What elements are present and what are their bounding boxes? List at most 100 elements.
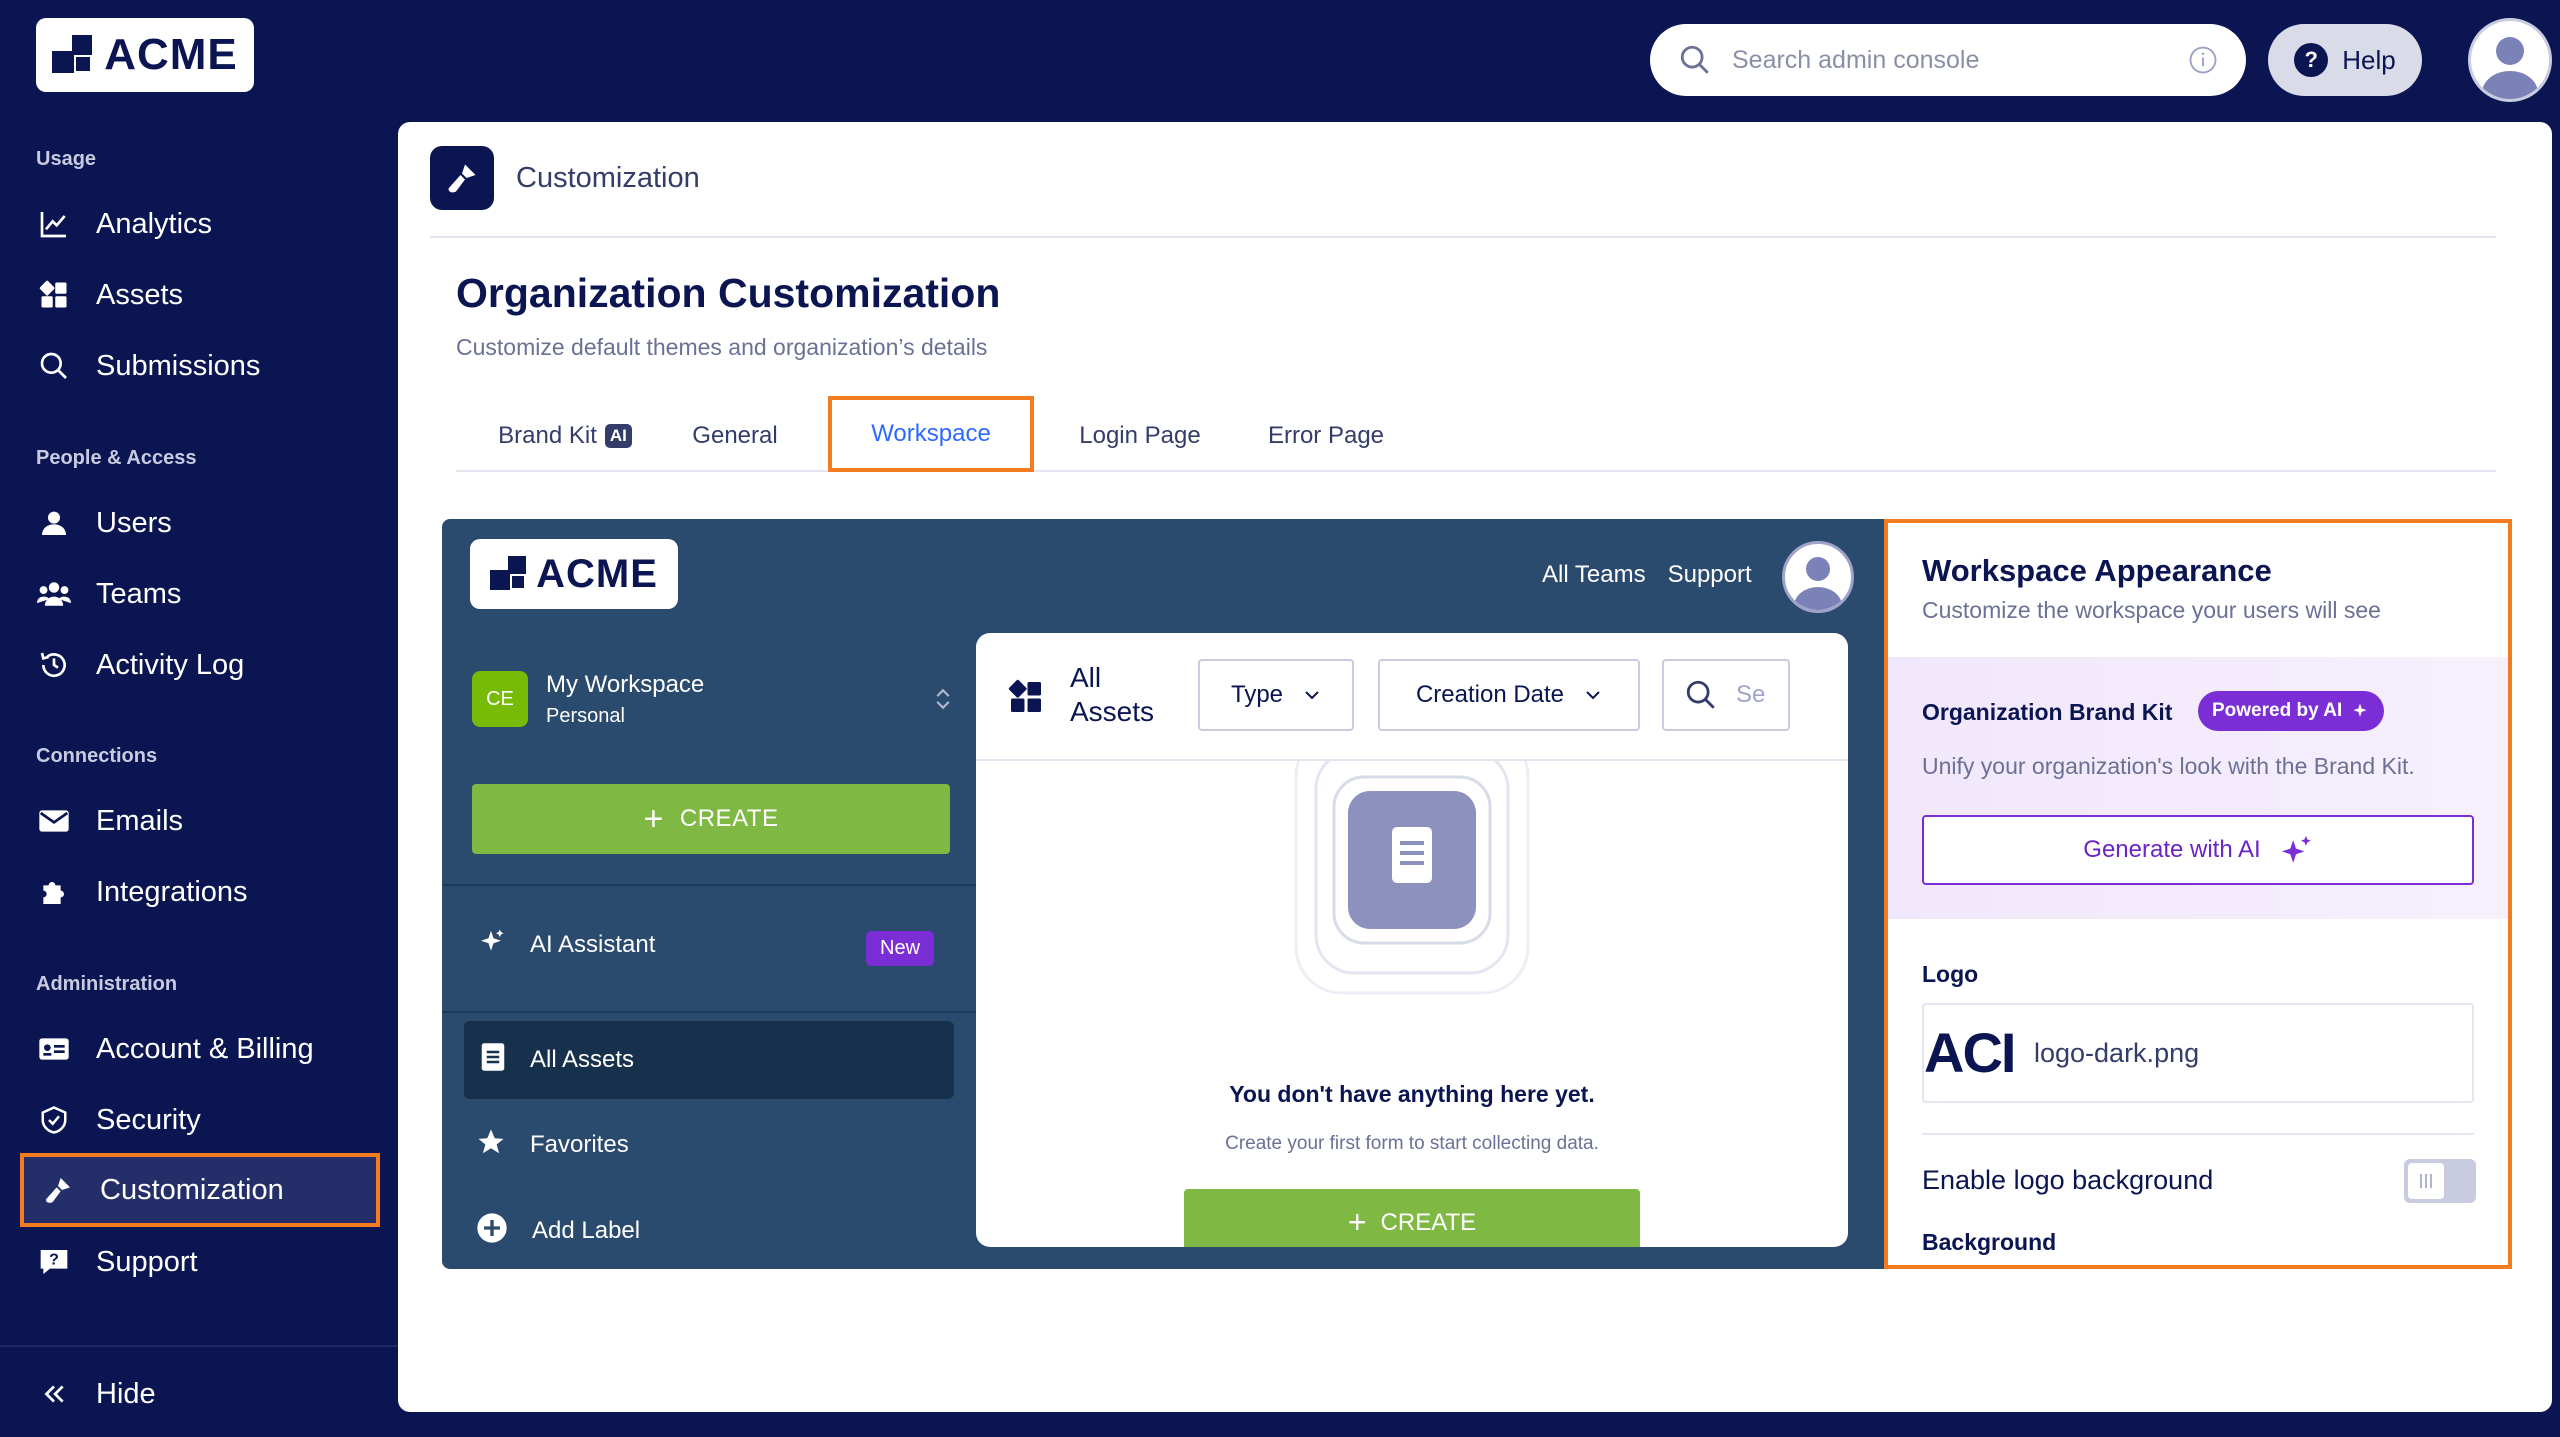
acme-logo-text: ACME xyxy=(104,30,238,79)
nav-all-assets[interactable]: All Assets xyxy=(464,1021,954,1099)
sidebar-item-label: Emails xyxy=(96,804,184,837)
sidebar-item-activity-log[interactable]: Activity Log xyxy=(36,641,244,689)
section-title-administration: Administration xyxy=(36,973,178,995)
type-filter[interactable]: Type xyxy=(1198,659,1354,731)
user-avatar-icon xyxy=(2482,37,2538,99)
sparkle-icon xyxy=(476,927,506,964)
logo-background-toggle[interactable] xyxy=(2404,1159,2476,1203)
help-button[interactable]: ? Help xyxy=(2268,24,2422,96)
user-avatar[interactable] xyxy=(2468,18,2552,102)
assets-grid-icon xyxy=(1008,679,1044,720)
panel-title: Workspace Appearance xyxy=(1922,553,2272,588)
assets-grid-icon xyxy=(36,277,72,313)
info-icon[interactable] xyxy=(2188,45,2218,75)
nav-favorites[interactable]: Favorites xyxy=(476,1115,629,1175)
chevron-down-icon xyxy=(1586,691,1600,700)
breadcrumb: Customization xyxy=(516,162,700,194)
tab-brand-kit[interactable]: Brand Kit AI xyxy=(490,400,640,472)
generate-label: Generate with AI xyxy=(2083,836,2261,863)
preview-divider xyxy=(442,1011,978,1013)
acme-logo[interactable]: ACME xyxy=(36,18,254,92)
logo-preview: ACI xyxy=(1924,1021,2016,1084)
filter-label: Creation Date xyxy=(1415,681,1565,708)
preview-assets-panel: All Assets Type Creation Date Se You don… xyxy=(976,633,1848,1247)
preview-avatar[interactable] xyxy=(1782,541,1854,613)
preview-logo: ACME xyxy=(470,539,678,609)
preview-logo-text: ACME xyxy=(536,551,658,596)
tab-error-page[interactable]: Error Page xyxy=(1252,400,1400,472)
tab-login-page[interactable]: Login Page xyxy=(1060,400,1220,472)
sidebar-item-support[interactable]: ? Support xyxy=(36,1238,198,1286)
admin-search-input[interactable]: Search admin console xyxy=(1650,24,2246,96)
history-clock-icon xyxy=(36,647,72,683)
id-card-icon xyxy=(36,1031,72,1067)
search-icon xyxy=(36,348,72,384)
sidebar-item-users[interactable]: Users xyxy=(36,499,172,547)
nav-label: Add Label xyxy=(532,1217,641,1244)
sidebar-item-customization[interactable]: Customization xyxy=(20,1153,380,1227)
ai-assistant-label: AI Assistant xyxy=(530,931,656,958)
sidebar-item-label: Assets xyxy=(96,278,184,311)
paint-brush-icon xyxy=(40,1172,76,1208)
chevron-down-icon xyxy=(1305,691,1319,700)
badge-label: Powered by AI xyxy=(2212,700,2343,721)
support-chat-icon: ? xyxy=(36,1244,72,1280)
logo-background-label: Enable logo background xyxy=(1922,1165,2214,1195)
chart-line-icon xyxy=(36,206,72,242)
generate-with-ai-button[interactable]: Generate with AI xyxy=(1922,815,2474,885)
panel-subtitle: Customize the workspace your users will … xyxy=(1922,597,2381,623)
page-title: Organization Customization xyxy=(456,270,1001,316)
workspace-appearance-panel: Workspace Appearance Customize the works… xyxy=(1884,519,2512,1269)
ai-assistant-item[interactable]: AI Assistant xyxy=(476,915,655,975)
sidebar-item-account-billing[interactable]: Account & Billing xyxy=(36,1025,314,1073)
sidebar-item-submissions[interactable]: Submissions xyxy=(36,342,260,390)
tab-workspace[interactable]: Workspace xyxy=(828,396,1034,472)
envelope-icon xyxy=(36,803,72,839)
sidebar-item-security[interactable]: Security xyxy=(36,1096,201,1144)
shield-icon xyxy=(36,1102,72,1138)
creation-date-filter[interactable]: Creation Date xyxy=(1378,659,1640,731)
sidebar-item-label: Integrations xyxy=(96,875,248,908)
create-button[interactable]: + CREATE xyxy=(472,784,950,854)
sparkle-icon xyxy=(2353,703,2367,717)
document-icon xyxy=(480,1042,506,1079)
workspace-switcher[interactable]: CE My Workspace Personal xyxy=(472,659,952,739)
page-subtitle: Customize default themes and organizatio… xyxy=(456,334,988,360)
sidebar-item-label: Security xyxy=(96,1103,201,1136)
sidebar-item-teams[interactable]: Teams xyxy=(36,570,181,618)
nav-add-label[interactable]: Add Label xyxy=(476,1201,640,1261)
logo-upload-field[interactable]: ACI logo-dark.png xyxy=(1922,1003,2474,1103)
sidebar-item-emails[interactable]: Emails xyxy=(36,797,183,845)
team-icon xyxy=(36,576,72,612)
search-icon xyxy=(1686,680,1715,709)
workspace-type: Personal xyxy=(546,704,625,727)
logo-label: Logo xyxy=(1922,961,1979,987)
double-chevron-left-icon xyxy=(36,1376,72,1412)
tab-bar: Brand Kit AI General Workspace Login Pag… xyxy=(456,396,2496,472)
customization-icon xyxy=(430,146,494,210)
assets-search-input[interactable]: Se xyxy=(1662,659,1790,731)
section-title-people-access: People & Access xyxy=(36,447,197,469)
help-icon: ? xyxy=(2294,43,2329,77)
workspace-preview: ACME All Teams Support CE My Workspace P… xyxy=(442,519,1884,1269)
tab-general[interactable]: General xyxy=(680,400,790,472)
puzzle-icon xyxy=(36,874,72,910)
nav-label: All Assets xyxy=(530,1046,635,1073)
tab-label: Workspace xyxy=(871,420,991,447)
section-title-connections: Connections xyxy=(36,745,158,767)
all-teams-link[interactable]: All Teams xyxy=(1542,561,1646,589)
create-first-form-button[interactable]: + CREATE xyxy=(1184,1189,1640,1247)
sidebar-item-analytics[interactable]: Analytics xyxy=(36,200,212,248)
empty-state-title: You don't have anything here yet. xyxy=(1229,1081,1595,1107)
nav-label: Favorites xyxy=(530,1131,629,1158)
sidebar-item-label: Account & Billing xyxy=(96,1032,314,1065)
support-link[interactable]: Support xyxy=(1668,561,1752,589)
workspace-name: My Workspace xyxy=(546,670,705,698)
hide-sidebar-button[interactable]: Hide xyxy=(36,1370,156,1418)
sidebar-item-assets[interactable]: Assets xyxy=(36,271,183,319)
assets-toolbar: All Assets Type Creation Date Se xyxy=(976,633,1848,761)
sidebar-item-integrations[interactable]: Integrations xyxy=(36,868,248,916)
panel-divider xyxy=(1922,1133,2474,1135)
section-title-usage: Usage xyxy=(36,148,97,170)
create-label: CREATE xyxy=(1380,1209,1477,1236)
